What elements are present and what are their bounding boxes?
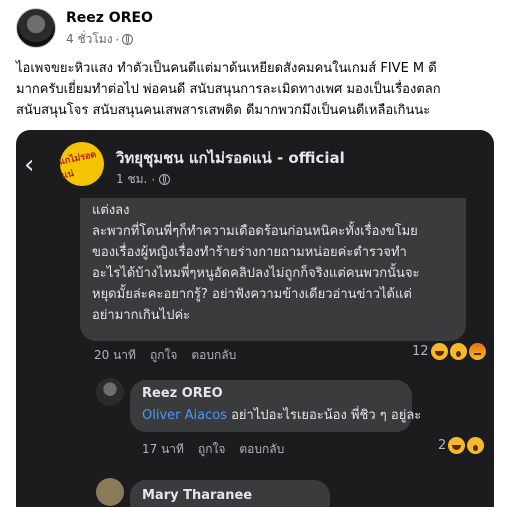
like-link: ถูกใจ (149, 348, 178, 362)
meta-separator: · (115, 32, 120, 47)
post-header: Reez OREO 4 ชั่วโมง · (16, 8, 496, 52)
haha-reaction-icon (430, 343, 448, 360)
reply-bubble: Reez OREO Oliver Aiacos อย่าไปอะไรเยอะน้… (130, 380, 421, 432)
haha-reaction-icon (448, 437, 466, 454)
reply-avatar (96, 378, 124, 406)
reaction-count: 12 (412, 344, 429, 359)
author-avatar[interactable] (16, 8, 56, 48)
page-name: วิทยุชุมชน แกไม่รอดแน่ - official (116, 149, 345, 167)
reply-text: อย่าไปอะไรเยอะน้อง พี่ชิว ๆ อยู่ละ (226, 408, 422, 423)
wow-reaction-icon (467, 437, 485, 454)
reply-link: ตอบกลับ (239, 442, 285, 456)
comment-actions: 20 นาที ถูกใจ ตอบกลับ (94, 346, 236, 365)
reaction-summary: 12 (412, 343, 486, 360)
author-name[interactable]: Reez OREO (66, 10, 153, 26)
page-meta: 1 ชม. · (116, 170, 171, 189)
commenter-name: Mary Tharanee (142, 488, 253, 503)
comment-author-bubble: Mary Tharanee (130, 480, 330, 507)
comment-time: 20 นาที (94, 348, 136, 362)
globe-icon (159, 174, 171, 185)
reply-actions: 17 นาที ถูกใจ ตอบกลับ (142, 440, 284, 459)
post-text: ไอเพจขยะหิวแสง ทำตัวเป็นคนดีแต่มาด้นเหยี… (16, 61, 441, 118)
like-link: ถูกใจ (197, 442, 226, 456)
reply-link: ตอบกลับ (191, 348, 237, 362)
commenter-avatar (96, 478, 124, 506)
page-meta-separator: · (151, 172, 156, 187)
angry-reaction-icon (468, 343, 486, 360)
wow-reaction-icon (449, 343, 467, 360)
comment-bubble: แต่งลง ละพวกที่โดนพี่ๆก็ทำความเดือดร้อนก… (80, 198, 466, 341)
post-time[interactable]: 4 ชั่วโมง (66, 30, 113, 49)
reply-author: Reez OREO (142, 386, 223, 401)
reply-reaction-summary: 2 (438, 437, 485, 454)
embedded-screenshot: ‹ แกไม่รอดแน่ วิทยุชุมชน แกไม่รอดแน่ - o… (16, 130, 494, 507)
back-arrow-icon: ‹ (24, 150, 35, 180)
page-logo: แกไม่รอดแน่ (58, 142, 104, 186)
page-time: 1 ชม. (116, 172, 148, 186)
reply-time: 17 นาที (142, 442, 184, 456)
mention-link: Oliver Aiacos (142, 408, 227, 423)
post-meta: 4 ชั่วโมง · (66, 30, 134, 49)
globe-icon (122, 34, 134, 45)
reaction-count: 2 (438, 438, 447, 453)
page-logo-text: แกไม่รอดแน่ (58, 149, 98, 182)
reply-text-line: Oliver Aiacos อย่าไปอะไรเยอะน้อง พี่ชิว … (142, 404, 421, 425)
